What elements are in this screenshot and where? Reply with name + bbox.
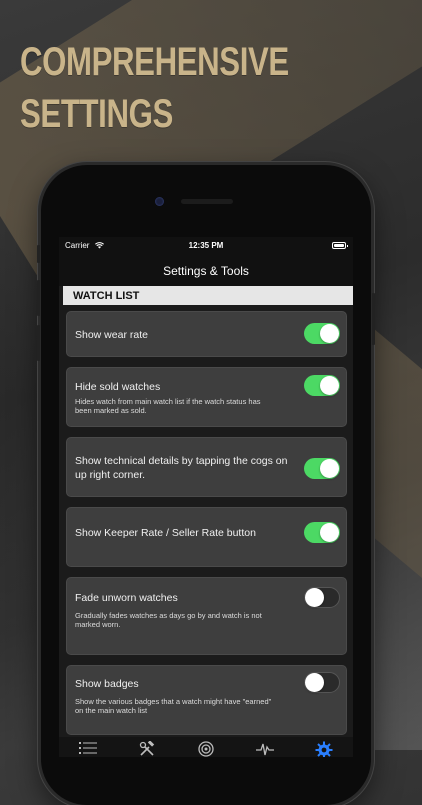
setting-fade-unworn-watches: Fade unworn watches Gradually fades watc… [66,577,347,655]
front-camera [155,197,164,206]
phone-volume-down [37,325,40,361]
tab-settings[interactable] [312,741,336,757]
setting-hide-sold-watches: Hide sold watches Hides watch from main … [66,367,347,427]
setting-description: Show the various badges that a watch mig… [75,697,272,715]
app-screen: Carrier 12:35 PM Settings & Tools WATCH … [59,237,353,757]
list-icon [79,742,98,754]
toggle-knob [320,324,339,343]
tab-target[interactable] [194,741,218,757]
setting-show-keeper-seller-rate: Show Keeper Rate / Seller Rate button [66,507,347,567]
setting-title: Show wear rate [75,329,148,341]
phone-volume-up [37,280,40,316]
setting-title: Hide sold watches [75,381,161,393]
settings-list: Show wear rate Hide sold watches Hides w… [59,305,353,735]
headline-line-1: COMPREHENSIVE [20,40,289,84]
section-header-watch-list: WATCH LIST [63,286,353,305]
setting-description: Hides watch from main watch list if the … [75,397,261,415]
headline-line-2: SETTINGS [20,92,173,136]
show-technical-details-toggle[interactable] [304,458,340,479]
setting-description: Gradually fades watches as days go by an… [75,611,262,629]
pulse-icon [255,743,274,756]
hide-sold-watches-toggle[interactable] [304,375,340,396]
toggle-knob [320,376,339,395]
phone-frame: Carrier 12:35 PM Settings & Tools WATCH … [37,165,375,805]
toggle-knob [320,459,339,478]
gear-icon [315,741,333,757]
setting-title: Show Keeper Rate / Seller Rate button [75,527,256,539]
nav-bar: Settings & Tools [59,255,353,286]
status-bar: Carrier 12:35 PM [59,237,353,255]
setting-title: Show badges [75,678,139,690]
phone-side-button-left [37,245,40,263]
section-title: WATCH LIST [73,289,140,302]
tools-icon [140,741,155,756]
setting-title: Fade unworn watches [75,592,178,604]
page-title: Settings & Tools [163,263,249,278]
promo-headline: COMPREHENSIVE SETTINGS [20,36,289,140]
setting-show-badges: Show badges Show the various badges that… [66,665,347,735]
battery-icon [332,242,348,249]
toggle-knob [305,588,324,607]
tab-tools[interactable] [135,741,159,757]
show-wear-rate-toggle[interactable] [304,323,340,344]
toggle-knob [305,673,324,692]
tab-activity[interactable] [253,741,277,757]
setting-title: Show technical details by tapping the co… [75,455,288,481]
setting-show-wear-rate: Show wear rate [66,311,347,357]
show-keeper-seller-rate-toggle[interactable] [304,522,340,543]
tab-bar [59,737,353,757]
status-time: 12:35 PM [188,241,224,250]
target-icon [198,741,214,757]
fade-unworn-watches-toggle[interactable] [304,587,340,608]
show-badges-toggle[interactable] [304,672,340,693]
setting-show-technical-details: Show technical details by tapping the co… [66,437,347,497]
phone-power-button [372,293,375,345]
toggle-knob [320,523,339,542]
tab-watch-list[interactable] [76,741,100,757]
earpiece-speaker [181,199,233,204]
